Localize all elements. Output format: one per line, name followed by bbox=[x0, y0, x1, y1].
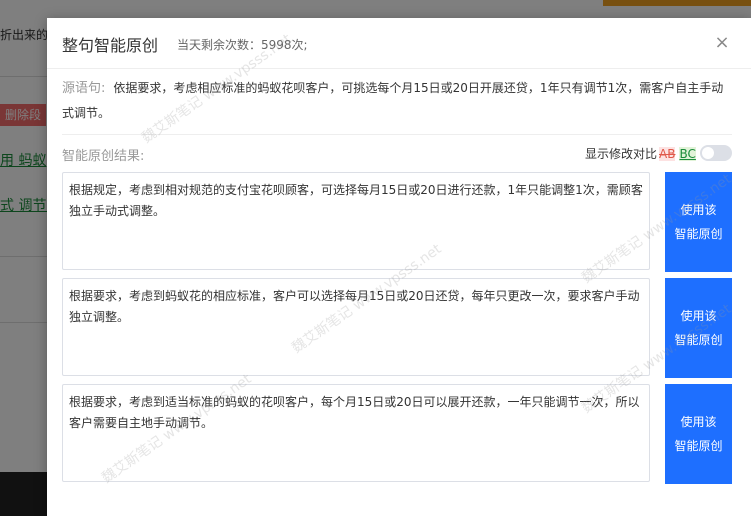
source-label: 源语句: bbox=[62, 81, 106, 96]
source-text: 依据要求，考虑相应标准的蚂蚁花呗客户，可挑选每个月15日或20日开展还贷，1年只… bbox=[62, 81, 724, 120]
result-label: 智能原创结果: bbox=[62, 149, 145, 164]
use-button-line1: 使用该 bbox=[680, 309, 717, 323]
use-button-line1: 使用该 bbox=[680, 203, 717, 217]
use-button-line1: 使用该 bbox=[680, 415, 717, 429]
use-result-button[interactable]: 使用该 智能原创 bbox=[665, 278, 732, 378]
use-result-button[interactable]: 使用该 智能原创 bbox=[665, 172, 732, 272]
divider bbox=[62, 134, 732, 135]
use-button-line2: 智能原创 bbox=[674, 227, 723, 241]
use-result-button[interactable]: 使用该 智能原创 bbox=[665, 384, 732, 484]
toggle-knob bbox=[702, 147, 714, 159]
diff-compare: 显示修改对比 AB BC bbox=[585, 145, 696, 162]
dialog-title: 整句智能原创 bbox=[62, 36, 159, 55]
use-button-line2: 智能原创 bbox=[674, 333, 723, 347]
diff-removed-sample: AB bbox=[659, 147, 676, 161]
remaining-count: 当天剩余次数：5998次; bbox=[177, 38, 308, 52]
diff-added-sample: BC bbox=[679, 147, 696, 161]
diff-label: 显示修改对比 bbox=[585, 147, 658, 161]
result-text-box[interactable]: 根据要求，考虑到蚂蚁花的相应标准，客户可以选择每月15日或20日还贷，每年只更改… bbox=[62, 278, 650, 376]
dialog-header: 整句智能原创 当天剩余次数：5998次; × bbox=[47, 18, 751, 69]
diff-toggle-switch[interactable] bbox=[700, 145, 732, 161]
close-icon[interactable]: × bbox=[711, 32, 733, 54]
result-text-box[interactable]: 根据规定，考虑到相对规范的支付宝花呗顾客，可选择每月15日或20日进行还款，1年… bbox=[62, 172, 650, 270]
use-button-line2: 智能原创 bbox=[674, 439, 723, 453]
result-text-box[interactable]: 根据要求，考虑到适当标准的蚂蚁的花呗客户，每个月15日或20日可以展开还款，一年… bbox=[62, 384, 650, 482]
smart-rewrite-dialog: 整句智能原创 当天剩余次数：5998次; × 源语句: 依据要求，考虑相应标准的蚂… bbox=[47, 18, 751, 516]
source-sentence: 源语句: 依据要求，考虑相应标准的蚂蚁花呗客户，可挑选每个月15日或20日开展还贷… bbox=[62, 76, 732, 125]
